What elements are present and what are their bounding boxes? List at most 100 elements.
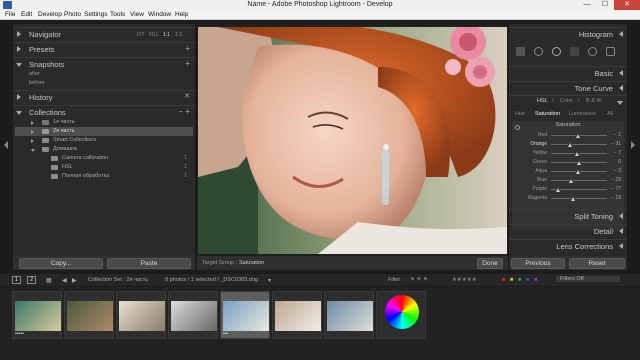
collection-set-row[interactable]: Домашка (15, 145, 193, 154)
slider-value[interactable]: 0 (618, 159, 621, 165)
slider-yellow[interactable]: Yellow − 7 (511, 150, 625, 158)
collection-row[interactable]: Camera calibration 1 (15, 154, 193, 163)
filters-off-dropdown[interactable]: Filters Off (556, 276, 620, 282)
menu-view[interactable]: View (130, 11, 144, 18)
crop-tool-icon[interactable] (516, 47, 525, 56)
previous-button[interactable]: Previous (511, 258, 565, 269)
filmstrip-thumb[interactable] (272, 291, 322, 339)
slider-orange[interactable]: Orange − 31 (511, 141, 625, 149)
history-header[interactable]: History ✕ (13, 90, 195, 102)
tab-hsl[interactable]: HSL (537, 98, 548, 104)
left-panel-toggle-icon[interactable] (4, 141, 8, 149)
graduated-filter-icon[interactable] (570, 47, 579, 56)
color-label-green-icon[interactable]: ■ (518, 277, 521, 283)
slider-thumb[interactable] (555, 187, 560, 192)
slider-value[interactable]: − 1 (614, 132, 621, 138)
minimize-button[interactable]: — (578, 0, 596, 10)
hsl-header[interactable]: HSL / Color / B & W (509, 95, 627, 107)
photo-preview[interactable] (198, 27, 507, 254)
filmstrip-thumb-selected[interactable]: ••• (220, 291, 270, 339)
reset-button[interactable]: Reset (569, 258, 625, 269)
subtab-saturation[interactable]: Saturation (535, 111, 560, 117)
menu-develop[interactable]: Develop (38, 11, 62, 18)
slider-purple[interactable]: Purple − 77 (511, 186, 625, 194)
filmstrip-thumb[interactable] (168, 291, 218, 339)
zoom-fill[interactable]: FILL (149, 32, 159, 38)
slider-value[interactable]: − 29 (611, 177, 621, 183)
add-snapshot-icon[interactable]: + (185, 59, 190, 68)
slider-thumb[interactable] (568, 178, 573, 183)
radial-filter-icon[interactable] (588, 47, 597, 56)
close-button[interactable]: ✕ (614, 0, 640, 10)
slider-thumb[interactable] (575, 169, 580, 174)
flag-filter-icons[interactable]: ⚑ ⚑ ⚑ (410, 277, 428, 283)
menu-file[interactable]: File (5, 11, 15, 18)
view-2-button[interactable]: 2 (27, 276, 37, 284)
tab-bw[interactable]: B & W (586, 98, 602, 104)
menu-help[interactable]: Help (175, 11, 188, 18)
slider-value[interactable]: − 19 (611, 195, 621, 201)
menu-photo[interactable]: Photo (64, 11, 81, 18)
back-arrow-icon[interactable]: ◀ (62, 277, 67, 284)
subtab-luminance[interactable]: Luminance (569, 111, 596, 117)
menu-settings[interactable]: Settings (84, 11, 108, 18)
paste-button[interactable]: Paste (107, 258, 191, 269)
snapshots-header[interactable]: Snapshots + (13, 57, 195, 69)
slider-thumb[interactable] (574, 151, 579, 156)
slider-track[interactable] (551, 180, 607, 181)
slider-track[interactable] (551, 198, 607, 199)
color-label-blue-icon[interactable]: ■ (526, 277, 529, 283)
target-group-value[interactable]: Saturation (239, 260, 264, 266)
clear-history-icon[interactable]: ✕ (184, 92, 190, 100)
maximize-button[interactable]: ☐ (596, 0, 614, 10)
slider-value[interactable]: − 77 (611, 186, 621, 192)
collection-row[interactable]: HSL 1 (15, 163, 193, 172)
add-preset-icon[interactable]: + (185, 44, 190, 53)
zoom-1-1[interactable]: 1:1 (163, 32, 170, 38)
rating-filter-icons[interactable]: ★★★★★ (452, 277, 477, 283)
slider-aqua[interactable]: Aqua − 3 (511, 168, 625, 176)
adjustment-brush-icon[interactable] (606, 47, 615, 56)
slider-red[interactable]: Red − 1 (511, 132, 625, 140)
slider-value[interactable]: − 31 (611, 141, 621, 147)
spot-removal-icon[interactable] (534, 47, 543, 56)
tone-curve-header[interactable]: Tone Curve (509, 81, 627, 93)
collections-header[interactable]: Collections − + (13, 105, 195, 117)
filmstrip[interactable]: ••••• ••• (0, 287, 640, 360)
targeted-adjustment-icon[interactable] (515, 125, 520, 130)
slider-value[interactable]: − 3 (614, 168, 621, 174)
presets-header[interactable]: Presets + (13, 42, 195, 54)
done-button[interactable]: Done (477, 258, 503, 269)
dropdown-arrow-icon[interactable]: ▾ (268, 277, 271, 284)
navigator-header[interactable]: Navigator FIT FILL 1:1 1:3 (13, 27, 195, 39)
subtab-all[interactable]: All (607, 111, 613, 117)
image-view[interactable]: Target Group : Saturation Done (197, 24, 508, 270)
grid-view-icon[interactable]: ▦ (46, 277, 52, 284)
tab-color[interactable]: Color (560, 98, 573, 104)
slider-thumb[interactable] (568, 142, 573, 147)
slider-value[interactable]: − 7 (614, 150, 621, 156)
collection-set-label[interactable]: Collection Set : 2я часть (88, 277, 148, 283)
collection-set-row[interactable]: 1я часть (15, 118, 193, 127)
basic-header[interactable]: Basic (509, 66, 627, 78)
slider-blue[interactable]: Blue − 29 (511, 177, 625, 185)
color-label-yellow-icon[interactable]: ■ (510, 277, 513, 283)
snapshot-item[interactable]: after (15, 70, 193, 79)
color-label-purple-icon[interactable]: ■ (534, 277, 537, 283)
color-label-red-icon[interactable]: ■ (502, 277, 505, 283)
split-toning-header[interactable]: Split Toning (509, 209, 627, 221)
filmstrip-thumb[interactable] (116, 291, 166, 339)
copy-button[interactable]: Copy... (19, 258, 103, 269)
slider-thumb[interactable] (576, 133, 581, 138)
menu-edit[interactable]: Edit (21, 11, 32, 18)
zoom-fit[interactable]: FIT (137, 32, 145, 38)
histogram-header[interactable]: Histogram (509, 27, 627, 39)
snapshot-item[interactable]: before (15, 79, 193, 88)
view-1-button[interactable]: 1 (12, 276, 22, 284)
slider-green[interactable]: Green 0 (511, 159, 625, 167)
slider-magenta[interactable]: Magenta − 19 (511, 195, 625, 203)
red-eye-icon[interactable] (552, 47, 561, 56)
forward-arrow-icon[interactable]: ▶ (72, 277, 77, 284)
smart-collections-row[interactable]: Smart Collections (15, 136, 193, 145)
lens-corrections-header[interactable]: Lens Corrections (509, 239, 627, 251)
